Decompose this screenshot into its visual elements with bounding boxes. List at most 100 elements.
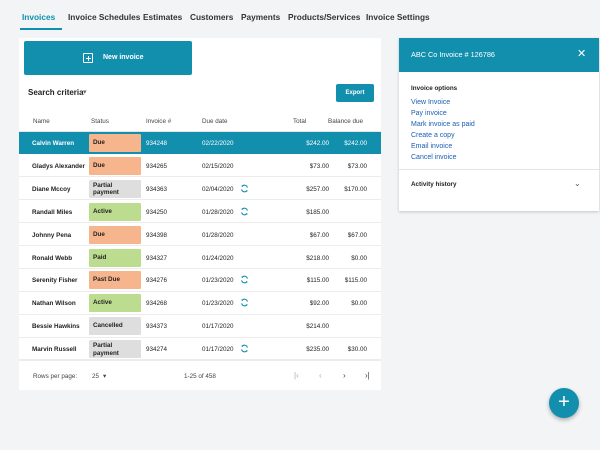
create-copy-link[interactable]: Create a copy — [411, 132, 455, 139]
total-amount: $185.00 — [306, 208, 329, 216]
due-date: 01/24/2020 — [202, 254, 234, 262]
tab-bar: Invoices Invoice Schedules Estimates Cus… — [0, 0, 600, 32]
total-amount: $214.00 — [306, 323, 329, 331]
table-row[interactable]: Randall Miles Active 934250 01/28/2020 $185.… — [19, 201, 381, 224]
total-amount: $218.00 — [306, 254, 329, 262]
customer-name: Randall Miles — [32, 208, 73, 216]
status-badge: Active — [89, 294, 141, 313]
email-invoice-link[interactable]: Email invoice — [411, 143, 452, 150]
total-amount: $92.00 — [309, 300, 329, 308]
customer-name: Bessie Hawkins — [32, 323, 80, 331]
tab-customers[interactable]: Customers — [190, 12, 233, 22]
balance-due: $0.00 — [351, 254, 367, 262]
table-row[interactable]: Diane Mccoy Partial payment 934363 02/04/202… — [19, 178, 381, 201]
search-criteria-toggle[interactable]: Search criteria — [28, 88, 84, 97]
balance-due: $0.00 — [351, 300, 367, 308]
column-header-name[interactable]: Name — [33, 118, 50, 125]
panel-header: ABC Co Invoice # 126786 ✕ — [399, 38, 599, 72]
due-date: 01/17/2020 — [202, 323, 234, 331]
due-date: 02/15/2020 — [202, 162, 234, 170]
invoice-number: 934327 — [146, 254, 168, 262]
balance-due: $30.00 — [347, 346, 367, 354]
due-date: 01/28/2020 — [202, 231, 234, 239]
customer-name: Diane Mccoy — [32, 185, 71, 193]
tab-estimates[interactable]: Estimates — [143, 12, 182, 22]
status-badge: Active — [89, 202, 141, 221]
invoice-number: 934265 — [146, 162, 168, 170]
first-page-icon[interactable]: |‹ — [294, 371, 299, 380]
status-badge: Due — [89, 156, 141, 175]
close-icon[interactable]: ✕ — [577, 47, 586, 60]
rows-per-page-chevron-icon[interactable]: ▾ — [103, 373, 106, 380]
invoice-list-card: New invoice Search criteria ▾ Export Nam… — [19, 38, 381, 390]
customer-name: Johnny Pena — [32, 231, 72, 239]
total-amount: $115.00 — [306, 277, 329, 285]
customer-name: Serenity Fisher — [32, 277, 78, 285]
due-date: 02/22/2020 — [202, 140, 234, 147]
view-invoice-link[interactable]: View Invoice — [411, 99, 450, 106]
add-box-icon — [83, 53, 93, 63]
column-header-due-date[interactable]: Due date — [202, 118, 228, 125]
due-date: 01/23/2020 — [202, 300, 234, 308]
status-badge: Paid — [89, 248, 141, 267]
table-footer: Rows per page: 25 ▾ 1-25 of 458 |‹ ‹ › ›… — [19, 360, 381, 390]
table-row[interactable]: Ronald Webb Paid 934327 01/24/2020 $218.00 $0… — [19, 247, 381, 269]
balance-due: $115.00 — [344, 277, 367, 285]
total-amount: $235.00 — [306, 346, 329, 354]
invoice-number: 934276 — [146, 277, 168, 285]
table-row[interactable]: Gladys Alexander Due 934265 02/15/2020 $73.0… — [19, 155, 381, 178]
due-date: 01/23/2020 — [202, 277, 234, 285]
chevron-down-icon[interactable]: ⌄ — [574, 179, 581, 188]
tab-payments[interactable]: Payments — [241, 12, 280, 22]
invoice-number: 934248 — [146, 140, 168, 147]
invoice-detail-panel: ABC Co Invoice # 126786 ✕ Invoice option… — [399, 38, 599, 211]
customer-name: Gladys Alexander — [32, 162, 85, 170]
sync-icon — [241, 344, 248, 353]
add-icon: + — [558, 391, 570, 413]
column-header-total[interactable]: Total — [293, 118, 306, 125]
tab-invoices[interactable]: Invoices — [22, 12, 55, 22]
balance-due: $67.00 — [347, 231, 367, 239]
customer-name: Nathan Wilson — [32, 300, 76, 308]
last-page-icon[interactable]: ›| — [365, 371, 370, 380]
customer-name: Ronald Webb — [32, 254, 73, 262]
column-header-invoice[interactable]: Invoice # — [146, 118, 171, 125]
pay-invoice-link[interactable]: Pay invoice — [411, 110, 447, 117]
active-tab-indicator — [20, 28, 62, 30]
new-invoice-button[interactable]: New invoice — [24, 41, 192, 75]
new-invoice-label: New invoice — [103, 54, 144, 61]
column-header-balance-due[interactable]: Balance due — [328, 118, 363, 125]
chevron-down-icon[interactable]: ▾ — [83, 88, 87, 96]
total-amount: $257.00 — [306, 185, 329, 193]
column-header-status[interactable]: Status — [91, 118, 109, 125]
table-row[interactable]: Marvin Russell Partial payment 934274 01/17/… — [19, 338, 381, 361]
status-badge: Past Due — [89, 271, 141, 290]
activity-history-toggle[interactable]: Activity history — [411, 181, 457, 188]
mark-paid-link[interactable]: Mark invoice as paid — [411, 121, 475, 128]
table-row[interactable]: Calvin Warren Due 934248 02/22/2020 $242.00 $… — [19, 132, 381, 155]
next-page-icon[interactable]: › — [343, 371, 346, 380]
table-row[interactable]: Bessie Hawkins Cancelled 934373 01/17/2020 $… — [19, 315, 381, 338]
sync-icon — [241, 298, 248, 307]
customer-name: Marvin Russell — [32, 346, 77, 354]
rows-per-page-select[interactable]: 25 — [92, 373, 99, 380]
table-row[interactable]: Nathan Wilson Active 934268 01/23/2020 $92.0… — [19, 292, 381, 315]
customer-name: Calvin Warren — [32, 140, 75, 147]
export-button[interactable]: Export — [336, 84, 374, 102]
tab-invoice-schedules[interactable]: Invoice Schedules — [68, 12, 140, 22]
add-fab-button[interactable]: + — [549, 388, 579, 418]
status-badge: Due — [89, 134, 141, 152]
tab-invoice-settings[interactable]: Invoice Settings — [366, 12, 430, 22]
table-row[interactable]: Serenity Fisher Past Due 934276 01/23/2020 $… — [19, 269, 381, 292]
due-date: 01/28/2020 — [202, 208, 234, 216]
rows-per-page-label: Rows per page: — [33, 373, 78, 380]
invoice-number: 934363 — [146, 185, 168, 193]
tab-products-services[interactable]: Products/Services — [288, 12, 360, 22]
previous-page-icon[interactable]: ‹ — [319, 371, 322, 380]
status-badge: Partial payment — [89, 340, 141, 359]
invoice-number: 934250 — [146, 208, 168, 216]
cancel-invoice-link[interactable]: Cancel invoice — [411, 154, 457, 161]
invoice-number: 934398 — [146, 231, 168, 239]
table-row[interactable]: Johnny Pena Due 934398 01/28/2020 $67.00 $67.… — [19, 224, 381, 246]
status-badge: Partial payment — [89, 179, 141, 198]
